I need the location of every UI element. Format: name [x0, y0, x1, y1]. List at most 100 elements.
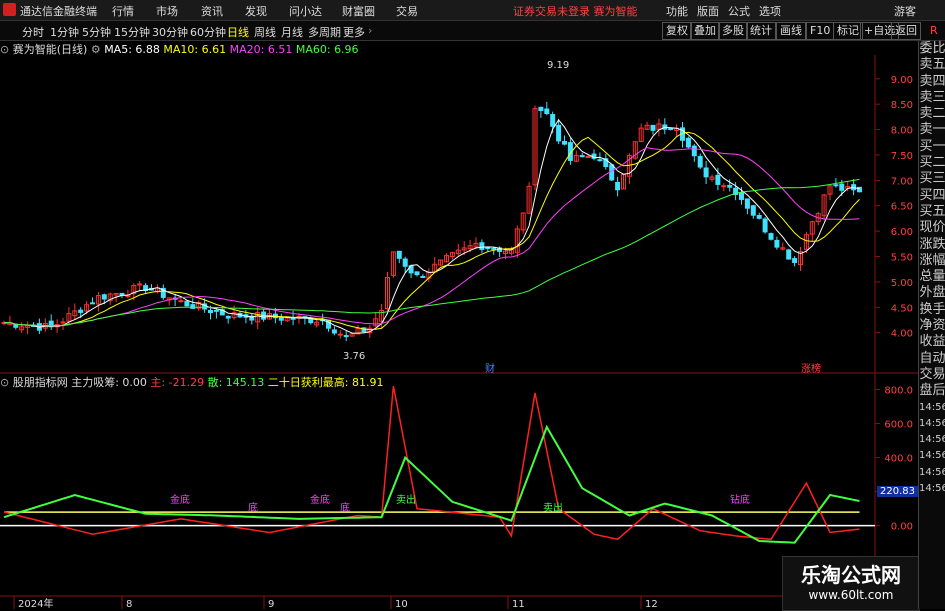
- signal-marker: 底: [248, 501, 258, 514]
- candle-body: [78, 309, 84, 313]
- price-tick-label: 4.00: [891, 329, 913, 340]
- side-item[interactable]: 14:56: [919, 465, 945, 481]
- menu-quotes[interactable]: 行情: [112, 3, 134, 19]
- menu-options[interactable]: 选项: [759, 3, 781, 19]
- side-item[interactable]: 总量: [919, 269, 945, 285]
- price-tick-label: 5.50: [891, 253, 913, 264]
- signal-marker: 钻底: [730, 493, 750, 506]
- side-item[interactable]: 涨跌: [919, 237, 945, 253]
- side-item[interactable]: 现价: [919, 220, 945, 236]
- ma10-line: [4, 131, 860, 331]
- side-item[interactable]: 盘后: [919, 383, 945, 399]
- period-monthly[interactable]: 月线: [281, 24, 303, 40]
- side-item[interactable]: 卖二: [919, 106, 945, 122]
- side-item[interactable]: 卖一: [919, 122, 945, 138]
- side-item[interactable]: 买一: [919, 139, 945, 155]
- candle-body: [839, 183, 845, 191]
- event-finance-tag[interactable]: 财: [485, 360, 495, 375]
- event-limitup-tag[interactable]: 涨榜: [801, 360, 821, 375]
- time-tick-label: 10: [395, 599, 408, 609]
- side-item[interactable]: 14:56: [919, 481, 945, 497]
- candle-body: [650, 124, 656, 131]
- candle-body: [668, 127, 674, 131]
- side-item[interactable]: 收益: [919, 334, 945, 350]
- candle-body: [119, 292, 125, 296]
- period-15min[interactable]: 15分钟: [114, 24, 150, 40]
- side-item[interactable]: 买二: [919, 155, 945, 171]
- period-1min[interactable]: 1分钟: [50, 24, 79, 40]
- candle-body: [60, 321, 66, 324]
- candle-body: [396, 250, 402, 259]
- indicator-tick-label: 600.0: [884, 420, 913, 431]
- side-item[interactable]: 委比: [919, 41, 945, 57]
- candle-body: [491, 247, 497, 250]
- zhu-line: [3, 385, 860, 541]
- menu-discover[interactable]: 发现: [245, 3, 267, 19]
- side-item[interactable]: 14:56: [919, 448, 945, 464]
- adjust-button[interactable]: 复权: [662, 22, 692, 40]
- side-item[interactable]: 卖三: [919, 90, 945, 106]
- current-value-tag: 220.83: [877, 486, 918, 497]
- mark-button[interactable]: 标记: [833, 22, 863, 40]
- guest-user[interactable]: 游客: [894, 3, 916, 19]
- candle-body: [756, 215, 762, 219]
- period-60min[interactable]: 60分钟: [190, 24, 226, 40]
- side-item[interactable]: 14:56: [919, 432, 945, 448]
- side-item[interactable]: 14:56: [919, 416, 945, 432]
- side-item[interactable]: 外盘: [919, 285, 945, 301]
- period-toolbar: 分时 1分钟 5分钟 15分钟 30分钟 60分钟 日线 周线 月线 多周期 更…: [0, 21, 945, 41]
- candle-body: [768, 233, 774, 240]
- period-more[interactable]: 更多: [343, 24, 365, 40]
- side-item[interactable]: 买四: [919, 188, 945, 204]
- period-timeshare[interactable]: 分时: [22, 24, 44, 40]
- high-price-label: 9.19: [547, 60, 570, 71]
- candle-body: [774, 239, 780, 248]
- period-daily[interactable]: 日线: [227, 24, 249, 40]
- side-item[interactable]: 换手: [919, 302, 945, 318]
- candle-body: [750, 205, 756, 216]
- candle-body: [479, 242, 485, 250]
- candle-body: [343, 335, 349, 338]
- candle-body: [420, 276, 426, 279]
- signal-marker: 卖出: [396, 493, 416, 506]
- candle-body: [331, 329, 337, 334]
- login-notice[interactable]: 证券交易未登录 赛为智能: [513, 3, 638, 19]
- period-5min[interactable]: 5分钟: [82, 24, 111, 40]
- side-item[interactable]: 买三: [919, 171, 945, 187]
- price-tick-label: 6.00: [891, 227, 913, 238]
- side-item[interactable]: 涨幅: [919, 253, 945, 269]
- chart-canvas[interactable]: 金底底金底底卖出卖出钻底 9.008.508.007.507.006.506.0…: [0, 41, 918, 609]
- candle-body: [402, 258, 408, 267]
- candle-body: [13, 324, 19, 328]
- overlay-button[interactable]: 叠加: [690, 22, 720, 40]
- side-item[interactable]: 14:56: [919, 400, 945, 416]
- menu-wealth[interactable]: 财富圈: [342, 3, 375, 19]
- draw-line-button[interactable]: 画线: [776, 22, 806, 40]
- side-item[interactable]: 净资: [919, 318, 945, 334]
- side-item[interactable]: 卖四: [919, 74, 945, 90]
- price-tick-label: 7.50: [891, 151, 913, 162]
- statistics-button[interactable]: 统计: [746, 22, 776, 40]
- menu-formula[interactable]: 公式: [728, 3, 750, 19]
- multi-stock-button[interactable]: 多股: [718, 22, 748, 40]
- menu-market[interactable]: 市场: [156, 3, 178, 19]
- period-multi[interactable]: 多周期: [308, 24, 341, 40]
- side-item[interactable]: 卖五: [919, 57, 945, 73]
- menu-function[interactable]: 功能: [666, 3, 688, 19]
- menu-layout[interactable]: 版面: [697, 3, 719, 19]
- period-30min[interactable]: 30分钟: [152, 24, 188, 40]
- menu-trade[interactable]: 交易: [396, 3, 418, 19]
- menu-news[interactable]: 资讯: [201, 3, 223, 19]
- f10-button[interactable]: F10: [806, 22, 835, 40]
- side-item[interactable]: 买五: [919, 204, 945, 220]
- candle-body: [744, 198, 750, 209]
- period-weekly[interactable]: 周线: [254, 24, 276, 40]
- more-chevron-icon[interactable]: ›: [368, 24, 372, 37]
- price-tick-label: 8.50: [891, 100, 913, 111]
- time-tick-label: 8: [126, 599, 132, 609]
- back-button[interactable]: 返回: [891, 22, 921, 40]
- side-item[interactable]: 自动: [919, 351, 945, 367]
- side-item[interactable]: 交易: [919, 367, 945, 383]
- menu-ask[interactable]: 问小达: [289, 3, 322, 19]
- candle-body: [739, 192, 744, 200]
